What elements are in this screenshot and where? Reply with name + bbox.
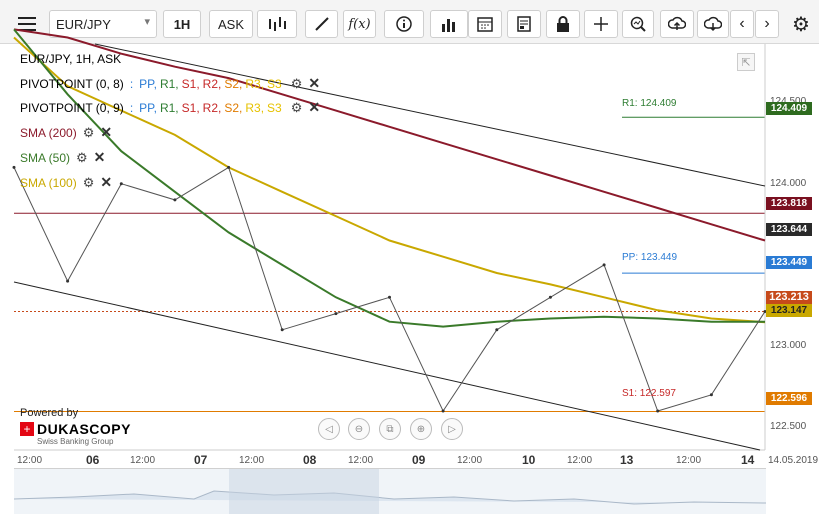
x-tick-label: 12:00 [676, 455, 702, 466]
price-box-r1: 124.409 [766, 102, 812, 115]
pp-line-label: PP: 123.449 [622, 252, 678, 263]
pivot-series-r1: R1, [159, 100, 179, 115]
x-tick-label: 13 [620, 453, 634, 467]
navigator-sparkline [13, 469, 767, 514]
close-icon[interactable]: ✕ [100, 124, 112, 141]
close-icon[interactable]: ✕ [94, 149, 106, 166]
indicator-sma50[interactable]: SMA (50) ⚙ ✕ [20, 149, 105, 166]
brand-tagline: Swiss Banking Group [37, 437, 114, 446]
price-box-sma200: 123.818 [766, 197, 812, 210]
powered-by-text: Powered by [20, 407, 79, 419]
price-point [66, 279, 70, 283]
price-box-pp: 123.449 [766, 256, 812, 269]
gear-icon[interactable]: ⚙ [83, 175, 95, 191]
close-icon[interactable]: ✕ [100, 174, 112, 191]
price-point [495, 328, 499, 332]
zoom-out-icon[interactable]: ⊖ [348, 418, 370, 440]
pivot-series-r1: R1, [159, 76, 179, 91]
sma200-label: SMA (200) [20, 125, 77, 140]
x-tick-label: 12:00 [17, 455, 43, 466]
pivot-series-r3: R3, [245, 100, 265, 115]
series-line-sma-200- [13, 28, 766, 242]
y-tick-label: 123.000 [770, 340, 807, 352]
price-point [441, 409, 445, 413]
series-line-eur-jpy [13, 166, 766, 413]
sma50-label: SMA (50) [20, 150, 71, 165]
gear-icon[interactable]: ⚙ [83, 125, 95, 141]
price-point [334, 312, 338, 316]
price-point [709, 393, 713, 397]
r1-line-label: R1: 124.409 [622, 98, 677, 109]
scroll-right-icon[interactable]: ▷ [441, 418, 463, 440]
price-point [227, 165, 231, 169]
zoom-in-icon[interactable]: ⊕ [410, 418, 432, 440]
close-icon[interactable]: ✕ [308, 75, 320, 92]
s1-line-label: S1: 122.597 [622, 388, 676, 399]
x-tick-label: 12:00 [348, 455, 374, 466]
gear-icon[interactable]: ⚙ [291, 100, 303, 116]
indicator-sma100[interactable]: SMA (100) ⚙ ✕ [20, 174, 112, 191]
series-line-sma-50- [13, 28, 765, 328]
reset-zoom-icon[interactable]: ⧉ [379, 418, 401, 440]
pivot-1-series: PP, R1, S1, R2, S2, R3, S3 [139, 77, 285, 91]
dukascopy-logo: Powered by + DUKASCOPY Swiss Banking Gro… [20, 407, 131, 446]
pivot-series-s1: S1, [181, 76, 200, 91]
price-box-last: 123.213 [766, 291, 812, 304]
x-tick-label: 12:00 [457, 455, 483, 466]
gear-icon[interactable]: ⚙ [291, 76, 303, 92]
price-box-upper-band: 123.644 [766, 223, 812, 236]
pivot-series-r2: R2, [202, 76, 222, 91]
x-tick-label: 14 [741, 453, 755, 467]
close-icon[interactable]: ✕ [308, 99, 320, 116]
price-box-s1: 122.596 [766, 392, 812, 405]
indicator-pivot-2[interactable]: PIVOTPOINT (0, 9) : PP, R1, S1, R2, S2, R3, S3… [20, 99, 320, 116]
x-tick-label: 14.05.2019 [768, 455, 819, 466]
indicator-pivot-1[interactable]: PIVOTPOINT (0, 8) : PP, R1, S1, R2, S2, R3, S3… [20, 75, 320, 92]
price-point [388, 295, 391, 299]
x-tick-label: 07 [194, 453, 208, 467]
x-tick-label: 12:00 [130, 455, 156, 466]
pivot-series-s3: S3 [267, 100, 282, 115]
x-tick-label: 12:00 [567, 455, 593, 466]
pivot-series-pp: PP, [139, 100, 157, 115]
brand-name: DUKASCOPY [37, 421, 131, 437]
expand-icon[interactable]: ⇱ [737, 53, 755, 71]
price-point [602, 263, 606, 267]
pivot-series-r2: R2, [202, 100, 222, 115]
price-point [548, 295, 552, 299]
scroll-left-icon[interactable]: ◁ [318, 418, 340, 440]
price-point [12, 165, 16, 169]
x-tick-label: 09 [412, 453, 426, 467]
indicator-sma200[interactable]: SMA (200) ⚙ ✕ [20, 124, 112, 141]
navigator-panel[interactable] [13, 468, 767, 514]
pivot-1-label: PIVOTPOINT (0, 8) [20, 76, 124, 91]
price-point [280, 328, 284, 332]
price-box-sma100: 123.147 [766, 304, 812, 317]
x-tick-label: 10 [522, 453, 536, 467]
y-tick-label: 122.500 [770, 421, 807, 433]
chart-legend-title: EUR/JPY, 1H, ASK [20, 52, 122, 66]
pivot-series-r3: R3, [245, 76, 265, 91]
pivot-series-s1: S1, [181, 100, 200, 115]
x-tick-label: 12:00 [239, 455, 265, 466]
pivot-series-pp: PP, [139, 76, 157, 91]
price-point [656, 409, 660, 413]
x-tick-label: 06 [86, 453, 100, 467]
pivot-series-s2: S2, [224, 100, 243, 115]
pivot-series-s2: S2, [224, 76, 243, 91]
pivot-2-series: PP, R1, S1, R2, S2, R3, S3 [139, 101, 285, 115]
gear-icon[interactable]: ⚙ [76, 150, 88, 166]
pivot-2-label: PIVOTPOINT (0, 9) [20, 100, 124, 115]
x-tick-label: 08 [303, 453, 317, 467]
pivot-series-s3: S3 [267, 76, 282, 91]
y-tick-label: 124.000 [770, 177, 807, 189]
price-point [173, 198, 177, 202]
swiss-flag-icon: + [20, 422, 34, 436]
sma100-label: SMA (100) [20, 175, 77, 190]
price-point [119, 182, 123, 186]
